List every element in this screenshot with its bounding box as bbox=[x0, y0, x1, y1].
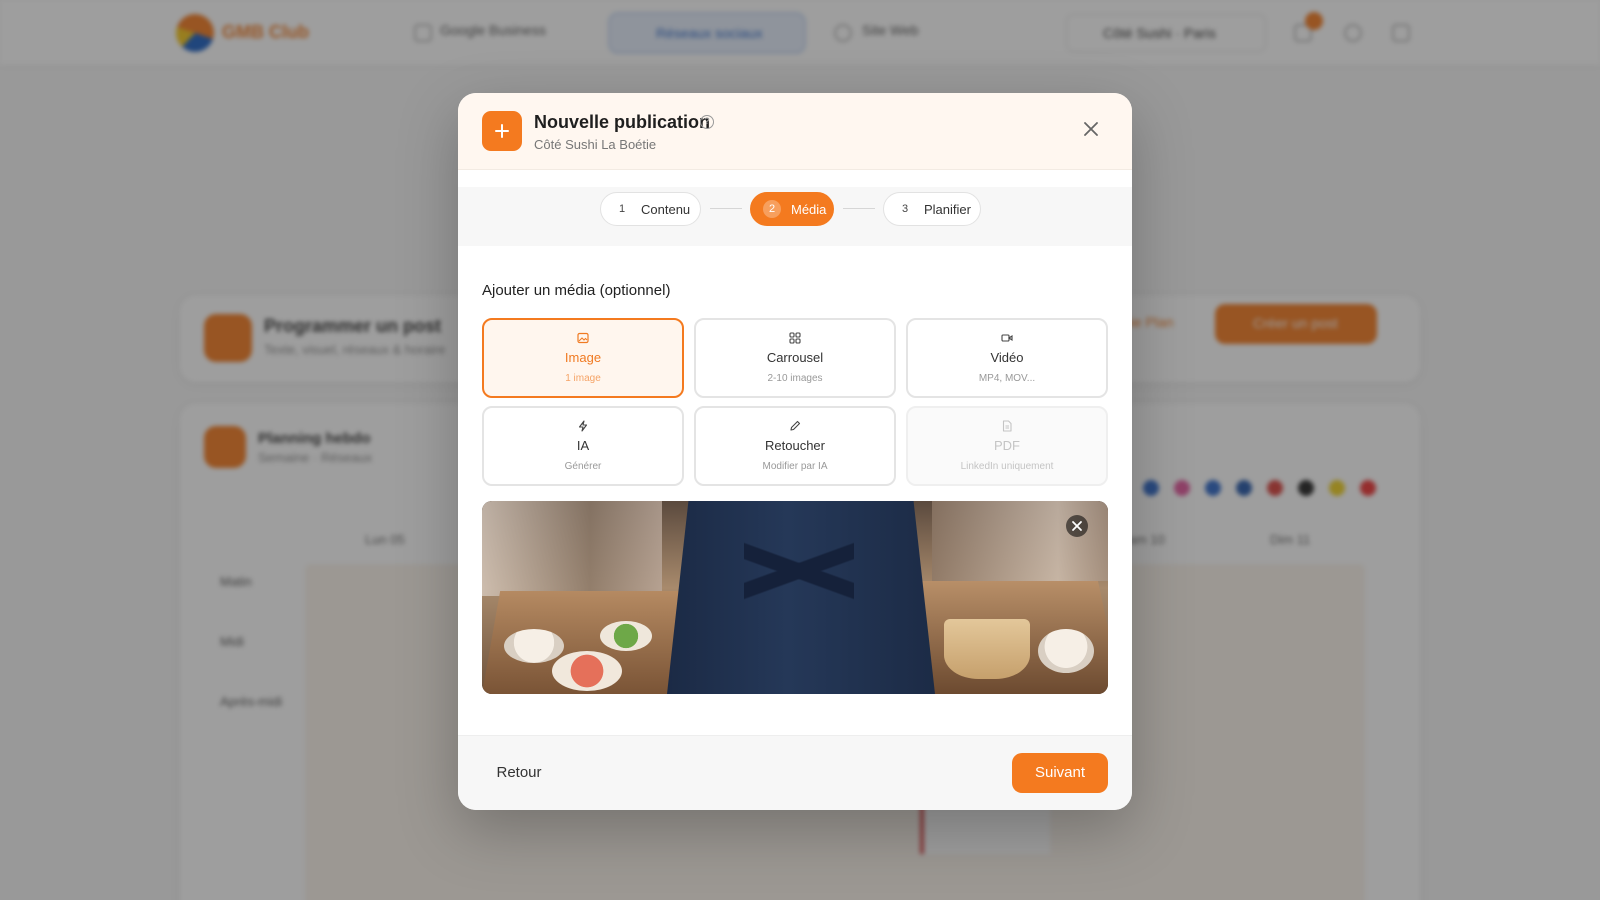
preview-bowl-stack bbox=[1038, 629, 1094, 673]
media-option-pdf: PDF LinkedIn uniquement bbox=[906, 406, 1108, 486]
pencil-icon bbox=[790, 420, 801, 431]
modal-header: Nouvelle publication ? Côté Sushi La Boé… bbox=[458, 93, 1132, 170]
media-option-image[interactable]: Image 1 image bbox=[482, 318, 684, 398]
option-desc: Modifier par IA bbox=[762, 461, 828, 472]
stepper: 1 Contenu 2 Média 3 Planifier bbox=[458, 187, 1132, 246]
option-name: Carrousel bbox=[766, 350, 824, 365]
option-desc: Générer bbox=[564, 461, 602, 472]
next-button[interactable]: Suivant bbox=[1012, 753, 1108, 793]
lightning-icon bbox=[578, 420, 588, 432]
option-desc: 2-10 images bbox=[767, 373, 823, 384]
step-content[interactable]: 1 Contenu bbox=[600, 192, 701, 226]
option-name: IA bbox=[576, 438, 590, 453]
document-icon bbox=[1002, 420, 1012, 432]
modal-subtitle: Côté Sushi La Boétie bbox=[534, 137, 657, 152]
preview-chef-collar bbox=[744, 501, 854, 641]
plus-icon bbox=[482, 111, 522, 151]
option-desc: 1 image bbox=[565, 373, 601, 384]
media-section-label: Ajouter un média (optionnel) bbox=[482, 282, 671, 299]
option-name: Retoucher bbox=[765, 438, 825, 453]
close-icon[interactable] bbox=[1081, 119, 1101, 139]
new-publication-modal: Nouvelle publication ? Côté Sushi La Boé… bbox=[458, 93, 1132, 810]
media-option-ai[interactable]: IA Générer bbox=[482, 406, 684, 486]
modal-title: Nouvelle publication bbox=[534, 112, 711, 132]
option-desc: LinkedIn uniquement bbox=[960, 461, 1054, 472]
option-name: PDF bbox=[994, 438, 1020, 453]
step-connector bbox=[843, 208, 875, 209]
step-label: Contenu bbox=[641, 202, 691, 217]
preview-diners-left bbox=[482, 501, 662, 596]
modal-footer: Retour Suivant bbox=[458, 735, 1132, 810]
media-option-video[interactable]: Vidéo MP4, MOV... bbox=[906, 318, 1108, 398]
preview-sashimi-bowl bbox=[552, 651, 622, 691]
step-media[interactable]: 2 Média bbox=[750, 192, 834, 226]
video-icon bbox=[1001, 334, 1013, 342]
preview-diners-right bbox=[932, 501, 1108, 581]
option-name: Vidéo bbox=[990, 350, 1024, 365]
step-schedule[interactable]: 3 Planifier bbox=[883, 192, 981, 226]
step-label: Média bbox=[791, 202, 827, 217]
preview-salad-bowl bbox=[600, 621, 652, 651]
step-number: 2 bbox=[763, 200, 781, 218]
option-name: Image bbox=[564, 350, 602, 365]
image-icon bbox=[577, 332, 589, 344]
step-label: Planifier bbox=[924, 202, 971, 217]
preview-plate bbox=[504, 629, 564, 663]
help-icon[interactable]: ? bbox=[700, 115, 714, 129]
media-option-carousel[interactable]: Carrousel 2-10 images bbox=[694, 318, 896, 398]
back-button[interactable]: Retour bbox=[482, 753, 556, 793]
grid-icon bbox=[789, 332, 801, 344]
preview-rice-tub bbox=[944, 619, 1030, 679]
remove-image-icon[interactable] bbox=[1066, 515, 1088, 537]
image-preview bbox=[482, 501, 1108, 694]
option-desc: MP4, MOV... bbox=[978, 373, 1036, 384]
step-number: 3 bbox=[901, 203, 909, 215]
media-option-retouch[interactable]: Retoucher Modifier par IA bbox=[694, 406, 896, 486]
step-number: 1 bbox=[618, 203, 626, 215]
step-connector bbox=[710, 208, 742, 209]
